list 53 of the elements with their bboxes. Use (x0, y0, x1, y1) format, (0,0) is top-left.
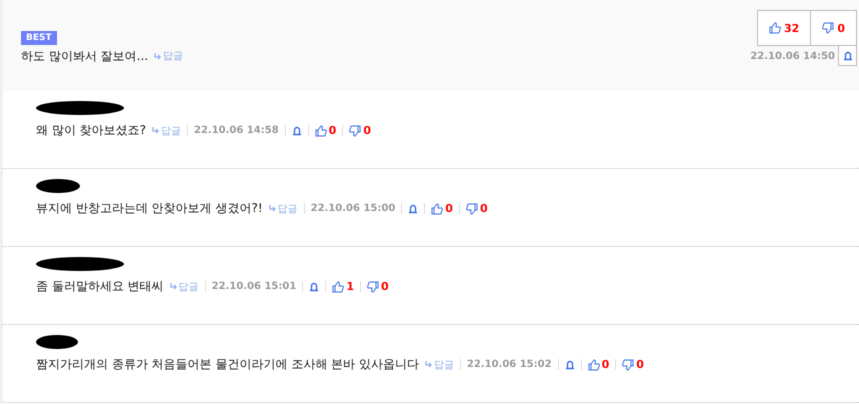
comment-time: 22.10.06 15:00 (310, 203, 396, 214)
dislike-button[interactable]: 0 (349, 124, 371, 137)
reply-link[interactable]: 답글 (268, 202, 298, 216)
comment-time: 22.10.06 15:01 (212, 281, 296, 292)
redaction-mark (36, 178, 80, 194)
dislike-button[interactable]: 0 (810, 11, 856, 45)
like-button[interactable]: 0 (314, 124, 336, 137)
like-button[interactable]: 1 (332, 280, 354, 293)
bell-icon (309, 282, 320, 292)
thumbs-down-icon (466, 202, 478, 214)
report-button[interactable] (309, 282, 320, 292)
bell-icon (842, 50, 852, 60)
thumbs-up-icon (332, 280, 344, 292)
thumbs-down-icon (349, 124, 362, 136)
like-button[interactable]: 0 (431, 202, 453, 215)
best-badge: BEST (21, 30, 57, 44)
reply-arrow-icon (152, 127, 160, 134)
thumbs-down-icon (822, 22, 834, 34)
thumbs-up-icon (588, 358, 600, 370)
comment-text: 짬지가리개의 종류가 처음들어본 물건이라기에 조사해 본바 있사옵니다 (36, 356, 419, 373)
thumbs-up-icon (431, 202, 444, 214)
report-button[interactable] (838, 46, 857, 66)
dislike-button[interactable]: 0 (466, 202, 488, 215)
dislike-button[interactable]: 0 (622, 358, 644, 371)
redaction-mark (36, 334, 78, 350)
report-button[interactable] (292, 126, 302, 136)
like-button[interactable]: 0 (588, 358, 610, 371)
comment-time: 22.10.06 14:58 (194, 125, 279, 136)
comment-text: 좀 둘러말하세요 변태씨 (36, 278, 164, 295)
reply-link[interactable]: 답글 (152, 124, 181, 138)
reply-link[interactable]: 답글 (170, 280, 199, 294)
thumbs-up-icon (769, 22, 782, 34)
comment-text: 하도 많이봐서 잘보여... (21, 48, 148, 64)
reply-arrow-icon (424, 361, 433, 368)
comment-text: 뷰지에 반창고라는데 안찾아보게 생겼어?! (36, 200, 263, 217)
reply-arrow-icon (268, 205, 277, 212)
report-button[interactable] (408, 204, 418, 214)
report-button[interactable] (564, 360, 575, 370)
dislike-button[interactable]: 0 (366, 280, 389, 293)
thumbs-up-icon (314, 124, 327, 136)
reply-link[interactable]: 답글 (424, 358, 454, 372)
thumbs-down-icon (366, 280, 379, 292)
like-button[interactable]: 32 (758, 11, 810, 45)
comment-time: 22.10.06 15:02 (466, 359, 552, 370)
bell-icon (564, 360, 575, 370)
reply-arrow-icon (154, 52, 162, 60)
reply-link[interactable]: 답글 (154, 49, 184, 63)
thumbs-down-icon (622, 358, 634, 370)
comment-text: 왜 많이 찾아보셨죠? (36, 122, 146, 139)
comment-time: 22.10.06 14:50 (750, 50, 835, 62)
bell-icon (292, 126, 302, 136)
reply-arrow-icon (170, 283, 178, 290)
bell-icon (408, 204, 418, 214)
